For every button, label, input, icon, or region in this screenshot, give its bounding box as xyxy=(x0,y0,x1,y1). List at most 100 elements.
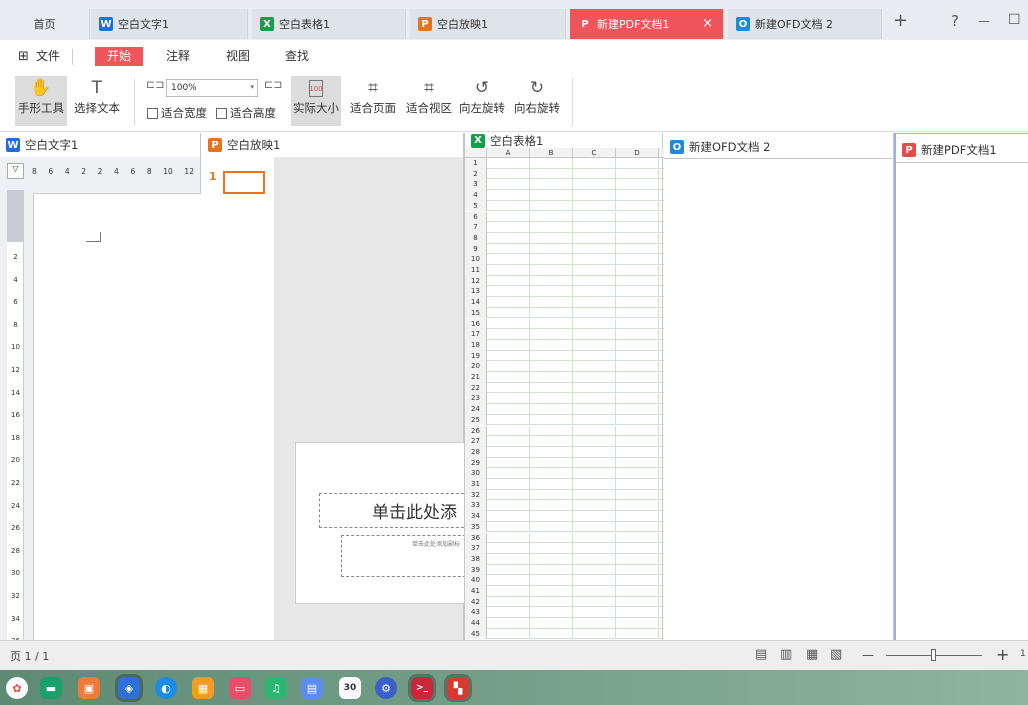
title-placeholder[interactable]: 单击此处添 xyxy=(319,493,469,528)
row-header[interactable]: 14 xyxy=(465,297,487,308)
slide-thumbnail[interactable] xyxy=(223,171,265,194)
sheet-cell[interactable] xyxy=(487,586,530,597)
sheet-cell[interactable] xyxy=(616,414,659,426)
sheet-cell[interactable] xyxy=(487,339,530,351)
row-header[interactable]: 23 xyxy=(465,393,487,405)
sheet-cell[interactable] xyxy=(487,500,530,512)
sheet-cell[interactable] xyxy=(573,168,616,180)
row-header[interactable]: 40 xyxy=(465,575,487,586)
sheet-cell[interactable] xyxy=(573,543,616,554)
zoom-slider-thumb[interactable] xyxy=(931,649,936,661)
sheet-cell[interactable] xyxy=(530,350,573,362)
zoom-in-icon[interactable]: ⊏⊐ xyxy=(264,78,282,91)
sheet-cell[interactable] xyxy=(573,350,616,362)
wps-office-icon[interactable]: ▚ xyxy=(447,677,469,699)
sheet-cell[interactable] xyxy=(487,618,530,629)
row-header[interactable]: 36 xyxy=(465,532,487,544)
fit-height-button[interactable]: 适合高度 xyxy=(216,105,276,121)
documents-icon[interactable]: ▤ xyxy=(301,677,323,699)
settings-icon[interactable]: ⚙ xyxy=(375,677,397,699)
two-page-view-icon[interactable]: ▦ xyxy=(806,647,818,662)
sheet-cell[interactable] xyxy=(616,393,659,405)
row-header[interactable]: 31 xyxy=(465,479,487,490)
sheet-cell[interactable] xyxy=(530,446,573,458)
sheet-cell[interactable] xyxy=(487,211,530,223)
row-header[interactable]: 26 xyxy=(465,425,487,437)
sheet-cell[interactable] xyxy=(530,393,573,405)
column-header[interactable]: A xyxy=(487,148,530,157)
sheet-cell[interactable] xyxy=(616,511,659,522)
sheet-cell[interactable] xyxy=(530,211,573,223)
sheet-cell[interactable] xyxy=(487,232,530,244)
sheet-cell[interactable] xyxy=(487,372,530,383)
sheet-cell[interactable] xyxy=(530,457,573,469)
help-icon[interactable]: ? xyxy=(951,12,959,30)
sheet-cell[interactable] xyxy=(530,521,573,533)
row-header[interactable]: 29 xyxy=(465,457,487,469)
sheet-cell[interactable] xyxy=(616,521,659,533)
row-header[interactable]: 22 xyxy=(465,382,487,394)
sheet-cell[interactable] xyxy=(530,425,573,437)
file-menu-icon[interactable]: ⊞ xyxy=(18,47,29,66)
cell-grid[interactable]: 1 2 3 4 5 6 7 8 9 10 11 12 13 14 15 16 17 18 19 20 21 22 23 24 2… xyxy=(465,158,664,640)
row-header[interactable]: 37 xyxy=(465,543,487,554)
sheet-cell[interactable] xyxy=(487,489,530,501)
zoom-out-button[interactable]: — xyxy=(862,648,874,662)
multitask-icon[interactable]: ▬ xyxy=(40,677,62,699)
sheet-cell[interactable] xyxy=(616,553,659,565)
sheet-cell[interactable] xyxy=(487,265,530,276)
calendar-icon[interactable]: 30 xyxy=(339,677,361,699)
tab-spreadsheet[interactable]: X 空白表格1 xyxy=(252,9,406,39)
sheet-cell[interactable] xyxy=(573,243,616,255)
sheet-cell[interactable] xyxy=(573,158,616,169)
sheet-cell[interactable] xyxy=(616,190,659,201)
sheet-cell[interactable] xyxy=(616,329,659,340)
sheet-cell[interactable] xyxy=(616,286,659,298)
row-header[interactable]: 33 xyxy=(465,500,487,512)
sheet-cell[interactable] xyxy=(573,607,616,619)
sheet-cell[interactable] xyxy=(616,179,659,191)
sheet-cell[interactable] xyxy=(530,468,573,479)
row-header[interactable]: 6 xyxy=(465,211,487,223)
sheet-cell[interactable] xyxy=(487,318,530,330)
sheet-cell[interactable] xyxy=(487,446,530,458)
sheet-cell[interactable] xyxy=(530,179,573,191)
tab-writer[interactable]: W 空白文字1 xyxy=(91,9,248,39)
sheet-cell[interactable] xyxy=(616,564,659,576)
sheet-cell[interactable] xyxy=(530,372,573,383)
sheet-cell[interactable] xyxy=(573,232,616,244)
tab-presentation[interactable]: P 空白放映1 xyxy=(410,9,566,39)
sheet-cell[interactable] xyxy=(616,500,659,512)
slide-canvas[interactable]: 单击此处添 单击此处添加副标 xyxy=(295,442,471,604)
sheet-cell[interactable] xyxy=(573,286,616,298)
row-header[interactable]: 20 xyxy=(465,361,487,372)
row-header[interactable]: 12 xyxy=(465,275,487,287)
sheet-cell[interactable] xyxy=(616,596,659,608)
sheet-cell[interactable] xyxy=(487,628,530,640)
sheet-cell[interactable] xyxy=(487,222,530,233)
sheet-cell[interactable] xyxy=(616,543,659,554)
sheet-cell[interactable] xyxy=(530,511,573,522)
sheet-cell[interactable] xyxy=(616,489,659,501)
sheet-cell[interactable] xyxy=(616,425,659,437)
sheet-cell[interactable] xyxy=(487,158,530,169)
sheet-cell[interactable] xyxy=(530,361,573,372)
zoom-in-button[interactable]: + xyxy=(996,645,1009,664)
sheet-cell[interactable] xyxy=(487,382,530,394)
fit-width-button[interactable]: 适合宽度 xyxy=(147,105,207,121)
tab-pdf[interactable]: P 新建PDF文档1 × xyxy=(570,9,724,39)
sheet-cell[interactable] xyxy=(573,618,616,629)
sheet-cell[interactable] xyxy=(616,275,659,287)
sheet-cell[interactable] xyxy=(487,179,530,191)
row-header[interactable]: 21 xyxy=(465,372,487,383)
sheet-cell[interactable] xyxy=(616,468,659,479)
sheet-cell[interactable] xyxy=(487,361,530,372)
menu-start[interactable]: 开始 xyxy=(95,47,144,66)
sheet-cell[interactable] xyxy=(616,586,659,597)
row-header[interactable]: 44 xyxy=(465,618,487,629)
sheet-cell[interactable] xyxy=(530,318,573,330)
shop-icon[interactable]: ▦ xyxy=(192,677,214,699)
rotate-right-button[interactable]: ↻ 向右旋转 xyxy=(511,76,563,126)
sheet-cell[interactable] xyxy=(487,521,530,533)
sheet-cell[interactable] xyxy=(487,511,530,522)
